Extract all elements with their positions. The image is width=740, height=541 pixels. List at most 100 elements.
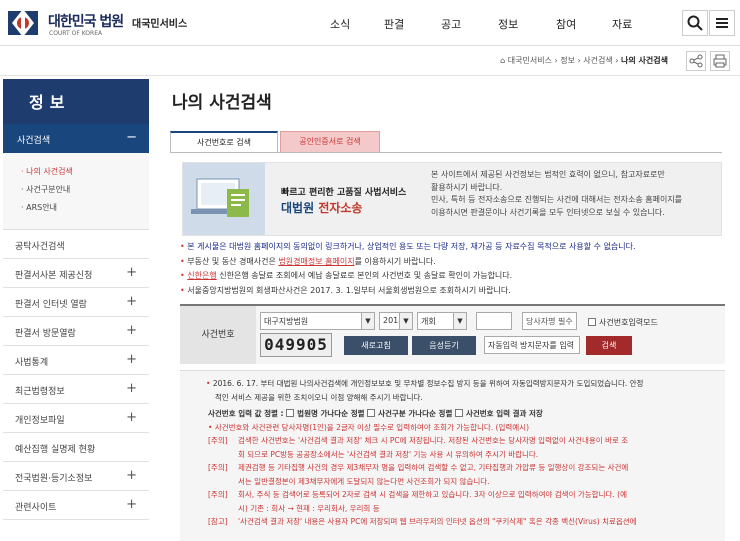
- court-logo-icon[interactable]: [4, 5, 42, 41]
- search-submit-button[interactable]: 검색: [586, 336, 632, 355]
- sidebar-item-courts-info[interactable]: 전국법원·등기소정보 +: [3, 462, 149, 491]
- search-guide: • 2016. 6. 17. 부터 대법원 나의사건검색에 개인정보보호 및 무…: [180, 370, 725, 541]
- list-item: 서는 일반결정본이 제3채무자에게 도달되지 않는다면 사건조회가 되지 않습니…: [238, 476, 490, 486]
- submenu-my-case-search[interactable]: · 나의 사건검색: [21, 163, 149, 181]
- tab-divider: [170, 152, 722, 153]
- nav-notice[interactable]: 공고: [441, 16, 461, 32]
- case-search-form: 사건번호 대구지방법원 ▼ 2018 ▼ 개회 ▼ 당사자명 필수 사건번호입력모드 …: [180, 304, 725, 364]
- guide-intro: • 2016. 6. 17. 부터 대법원 나의사건검색에 개인정보보호 및 무…: [206, 379, 644, 388]
- search-button[interactable]: [682, 10, 708, 36]
- chevron-down-icon: ▼: [453, 313, 466, 329]
- print-icon: [713, 54, 727, 68]
- list-item: • 사건번호와 사건관련 당사자명(1인)을 2글자 이상 필수로 입력하여야 …: [208, 422, 529, 432]
- breadcrumb-item[interactable]: 사건검색: [583, 56, 612, 65]
- breadcrumb-item[interactable]: 정보: [560, 56, 575, 65]
- service-title[interactable]: 대국민서비스: [132, 15, 187, 30]
- sidebar-title: 정보: [3, 79, 149, 124]
- expand-icon: +: [126, 381, 137, 396]
- home-icon[interactable]: ⌂: [500, 56, 505, 65]
- menu-button[interactable]: [709, 10, 735, 36]
- sidebar-item-judgement-copy[interactable]: 판결서사본 제공신청 +: [3, 259, 149, 288]
- site-header: 대한민국 법원 COURT OF KOREA 대국민서비스 소식 판결 공고 정…: [0, 0, 740, 46]
- save-result-checkbox[interactable]: 사건번호 입력 결과 저장: [454, 409, 543, 418]
- chevron-down-icon: ▼: [361, 313, 374, 329]
- chevron-down-icon: ▼: [399, 313, 412, 329]
- breadcrumb-bar: ⌂ 대국민서비스 › 정보 › 사건검색 › 나의 사건검색: [0, 46, 740, 76]
- ecourt-illustration-icon: [183, 163, 265, 235]
- refresh-captcha-button[interactable]: 새로고침: [344, 336, 408, 355]
- brand-english: COURT OF KOREA: [49, 30, 103, 37]
- breadcrumb: ⌂ 대국민서비스 › 정보 › 사건검색 › 나의 사건검색: [500, 56, 668, 65]
- sort-options: 사건번호 입력 값 정렬 : 법원명 가나다순 정렬 사건구분 가나다순 정렬 …: [208, 409, 543, 418]
- case-input-mode-checkbox[interactable]: 사건번호입력모드: [588, 317, 658, 328]
- audio-captcha-button[interactable]: 음성듣기: [412, 336, 476, 355]
- list-item: [주의] 제권검행 등 기타집행 사건의 경우 제3채무자 명을 입력하여 검색할…: [208, 463, 629, 472]
- banner-tagline: 빠르고 편리한 고품질 사법서비스: [281, 188, 407, 198]
- sort-type-checkbox[interactable]: 사건구분 가나다순 정렬: [367, 409, 452, 418]
- expand-icon: +: [126, 265, 137, 280]
- share-icon: [689, 54, 703, 68]
- sidebar-item-deposit-search[interactable]: 공탁사건검색: [3, 230, 149, 259]
- share-button[interactable]: [686, 51, 706, 71]
- breadcrumb-item[interactable]: 대국민서비스: [508, 56, 552, 65]
- expand-icon: +: [126, 323, 137, 338]
- banner-description: 본 사이트에서 제공된 사건정보는 법적인 효력이 없으니, 참고자료로만 활용…: [431, 170, 683, 217]
- nav-resources[interactable]: 자료: [612, 16, 632, 32]
- list-item: [주의] 회사, 주식 등 검색어로 등록되어 2자로 검색 시 검색을 제한하고…: [208, 490, 627, 499]
- sidebar-item-judgement-online[interactable]: 판결서 인터넷 열람 +: [3, 288, 149, 317]
- sidebar: 정보 사건검색 − · 나의 사건검색 · 사건구분안내 · ARS안내 공탁사…: [3, 79, 149, 520]
- expand-icon: +: [126, 497, 137, 512]
- hamburger-menu-icon: [716, 18, 728, 28]
- list-item: 시) 기존 : 회사 → 현재 : 우리회사, 우리회 등: [238, 503, 380, 513]
- sidebar-item-law-info[interactable]: 최근법령정보 +: [3, 375, 149, 404]
- expand-icon: +: [126, 468, 137, 483]
- captcha-input[interactable]: 자동입력 방지문자를 입력: [484, 336, 580, 354]
- ecourt-banner[interactable]: 빠르고 편리한 고품질 사법서비스 대법원 전자소송 본 사이트에서 제공된 사…: [182, 162, 722, 236]
- sidebar-submenu: · 나의 사건검색 · 사건구분안내 · ARS안내: [3, 153, 149, 230]
- notice-list: • 본 게시물은 대법원 홈페이지의 동의없이 링크하거나, 상업적인 용도 또…: [180, 240, 725, 298]
- expand-icon: +: [126, 410, 137, 425]
- list-item: 회 되므로 PC방등 공공장소에서는 '사건검색 결과 저장' 기능 사용 시 …: [238, 449, 539, 459]
- case-number-label: 사건번호: [180, 306, 256, 364]
- nav-info[interactable]: 정보: [498, 16, 518, 32]
- submenu-case-type-guide[interactable]: · 사건구분안내: [21, 181, 149, 199]
- party-name-input[interactable]: 당사자명 필수: [522, 312, 577, 330]
- collapse-icon: −: [126, 130, 137, 145]
- captcha-image: 049905: [260, 333, 332, 357]
- list-item: • 서울중앙지방법원의 회생파산사건은 2017. 3. 1.일부터 서울회생법…: [180, 285, 511, 295]
- breadcrumb-current: 나의 사건검색: [621, 56, 668, 65]
- court-select[interactable]: 대구지방법원 ▼: [260, 312, 375, 330]
- year-select[interactable]: 2018 ▼: [379, 312, 413, 330]
- shinhan-link[interactable]: 신한은행: [187, 271, 216, 280]
- sort-court-checkbox[interactable]: 법원명 가나다순 정렬: [286, 409, 365, 418]
- case-number-input[interactable]: [476, 312, 512, 330]
- page-title: 나의 사건검색: [172, 93, 272, 113]
- list-item: [주의] 검색한 사건번호는 '사건검색 결과 저장' 체크 시 PC에 저장됩니…: [208, 436, 629, 445]
- sidebar-item-label: 사건검색: [17, 136, 51, 146]
- nav-news[interactable]: 소식: [330, 16, 350, 32]
- banner-title: 대법원 전자소송: [281, 201, 363, 215]
- guide-intro: 적인 서비스 제공을 위한 조치이오니 이점 양해해 주시기 바랍니다.: [215, 392, 423, 402]
- submenu-ars-guide[interactable]: · ARS안내: [21, 199, 149, 217]
- auction-site-link[interactable]: 법원경매정보 홈페이지: [278, 257, 354, 266]
- brand-name[interactable]: 대한민국 법원: [48, 11, 124, 31]
- sidebar-item-case-search[interactable]: 사건검색 −: [3, 124, 149, 153]
- list-item: [참고] '사건검색 결과 저장' 내용은 사용자 PC에 저장되며 웹 브라우저…: [208, 517, 637, 526]
- tab-certificate-search[interactable]: 공인인증서로 검색: [280, 131, 380, 153]
- nav-judgement[interactable]: 판결: [384, 16, 404, 32]
- sidebar-item-judgement-visit[interactable]: 판결서 방문열람 +: [3, 317, 149, 346]
- sidebar-item-budget[interactable]: 예산집행 실명제 현황: [3, 433, 149, 462]
- list-item: • 신한은행 신한은행 송달료 조회에서 예납 송달료로 본인의 사건번호 및 …: [180, 271, 513, 280]
- case-type-select[interactable]: 개회 ▼: [417, 312, 467, 330]
- sidebar-item-privacy-files[interactable]: 개인정보파일 +: [3, 404, 149, 433]
- nav-participation[interactable]: 참여: [556, 16, 576, 32]
- list-item: • 부동산 및 동산 경매사건은 법원경매정보 홈페이지를 이용하시기 바랍니다…: [180, 256, 436, 266]
- search-icon: [687, 15, 703, 31]
- sidebar-item-statistics[interactable]: 사법통계 +: [3, 346, 149, 375]
- tab-case-number-search[interactable]: 사건번호로 검색: [170, 131, 278, 153]
- sidebar-item-related-sites[interactable]: 관련사이트 +: [3, 491, 149, 520]
- expand-icon: +: [126, 294, 137, 309]
- expand-icon: +: [126, 352, 137, 367]
- print-button[interactable]: [710, 51, 730, 71]
- list-item: • 본 게시물은 대법원 홈페이지의 동의없이 링크하거나, 상업적인 용도 또…: [180, 242, 636, 251]
